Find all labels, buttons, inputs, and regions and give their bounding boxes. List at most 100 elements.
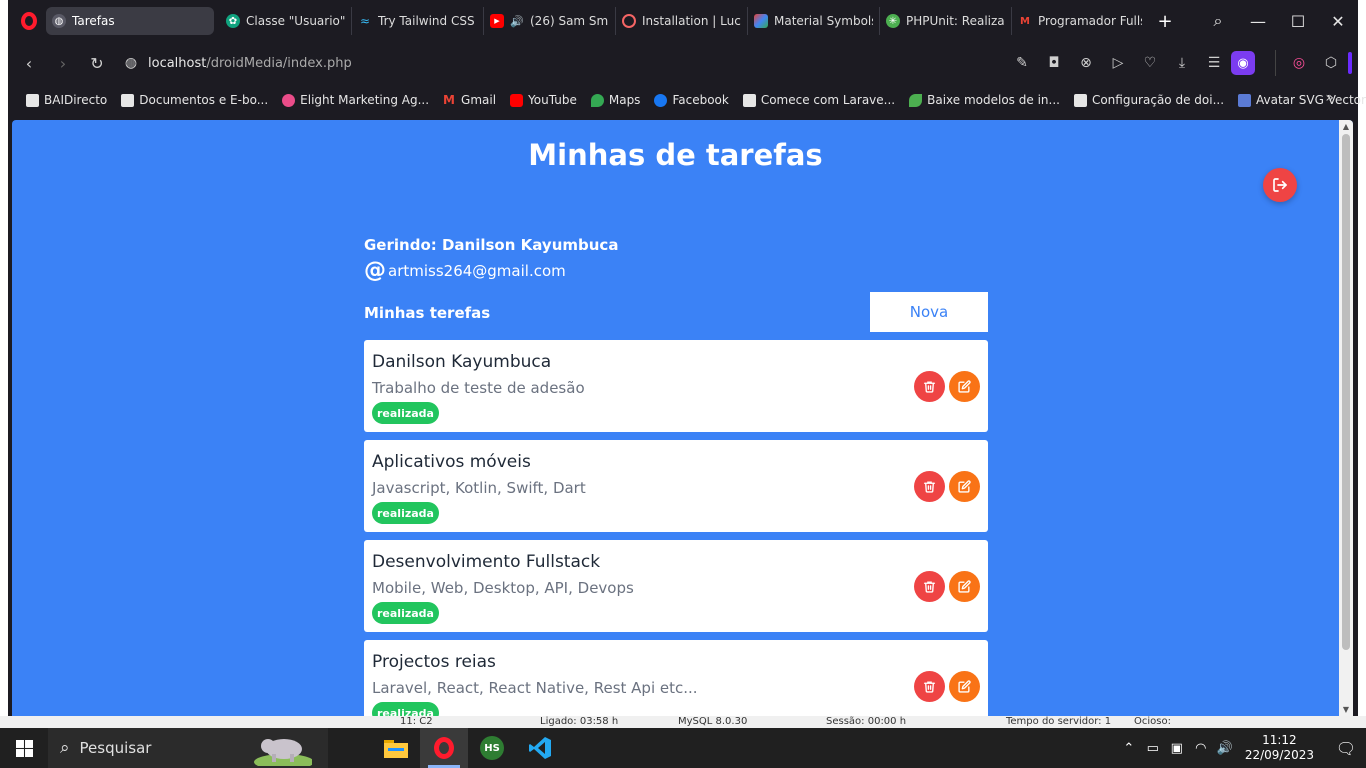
edit-task-button[interactable] (949, 671, 980, 702)
bookmark-modelos[interactable]: Baixe modelos de in... (909, 93, 1060, 107)
trash-icon (923, 481, 936, 493)
delete-task-button[interactable] (914, 571, 945, 602)
logout-button[interactable] (1263, 168, 1297, 202)
task-description: Laravel, React, React Native, Rest Api e… (372, 679, 698, 697)
delete-task-button[interactable] (914, 471, 945, 502)
tab-tarefas[interactable]: ◍ Tarefas (46, 7, 214, 35)
forward-button[interactable]: › (46, 54, 80, 73)
task-title: Danilson Kayumbuca (372, 352, 552, 372)
edit-page-icon[interactable]: ✎ (1007, 55, 1037, 71)
url-field[interactable]: localhost/droidMedia/index.php (148, 56, 352, 71)
page-scrollbar[interactable]: ▲ ▼ (1339, 120, 1353, 716)
tab-search-icon[interactable]: ⌕ (1198, 11, 1238, 31)
tab-classe-usuario[interactable]: ✿ Classe "Usuario" co (220, 7, 352, 35)
window-controls: ⌕ — ☐ ✕ (1198, 0, 1358, 42)
avatar-svg-icon (1238, 93, 1252, 107)
status-badge: realizada (372, 702, 439, 716)
task-description: Mobile, Web, Desktop, API, Devops (372, 579, 634, 597)
bookmark-baidirecto[interactable]: BAIDirecto (26, 93, 107, 107)
tab-programador-fullstack[interactable]: M Programador Fullst (1012, 7, 1148, 35)
bookmark-elight[interactable]: Elight Marketing Ag... (282, 93, 429, 107)
delete-task-button[interactable] (914, 671, 945, 702)
bookmarks-bar: BAIDirecto Documentos e E-bo... Elight M… (8, 84, 1366, 116)
delete-task-button[interactable] (914, 371, 945, 402)
material-icon (754, 14, 768, 28)
address-bar: ‹ › ↻ ◍ localhost/droidMedia/index.php ✎… (8, 42, 1358, 84)
speaker-icon[interactable]: 🔊 (510, 14, 524, 28)
sidebar-toggle[interactable] (1348, 52, 1352, 74)
heidisql-app[interactable]: HS (468, 728, 516, 768)
section-title: Minhas terefas (364, 304, 491, 322)
profile-icon[interactable]: ◉ (1231, 51, 1255, 75)
dribbble-icon (282, 93, 296, 107)
opera-icon (434, 737, 454, 759)
new-tab-button[interactable]: + (1154, 10, 1176, 32)
task-list: Danilson Kayumbuca Trabalho de teste de … (364, 340, 988, 716)
chatgpt-icon: ✿ (226, 14, 240, 28)
bookmark-documentos[interactable]: Documentos e E-bo... (121, 93, 268, 107)
task-description: Javascript, Kotlin, Swift, Dart (372, 479, 586, 497)
reload-button[interactable]: ↻ (80, 54, 114, 73)
start-button[interactable] (0, 728, 48, 768)
maximize-button[interactable]: ☐ (1278, 12, 1318, 31)
search-icon: ⌕ (60, 738, 70, 758)
tab-tailwind[interactable]: ≈ Try Tailwind CSS us (352, 7, 484, 35)
edit-icon (958, 680, 971, 693)
task-card: Danilson Kayumbuca Trabalho de teste de … (364, 340, 988, 432)
scroll-up-icon[interactable]: ▲ (1341, 122, 1351, 131)
tab-phpunit[interactable]: ✳ PHPUnit: Realizand (880, 7, 1012, 35)
tab-youtube-sam-smith[interactable]: ▶ 🔊 (26) Sam Smith (484, 7, 616, 35)
heart-icon[interactable]: ♡ (1135, 55, 1165, 71)
new-task-button[interactable]: Nova (870, 292, 988, 332)
page-icon (26, 93, 39, 107)
bookmark-facebook[interactable]: Facebook (654, 93, 729, 107)
bookmark-youtube[interactable]: YouTube (510, 93, 577, 107)
taskbar-search[interactable]: ⌕ Pesquisar (48, 728, 328, 768)
opera-app[interactable] (420, 728, 468, 768)
opera-menu-icon[interactable] (16, 8, 42, 34)
bookmark-maps[interactable]: Maps (590, 93, 640, 107)
vscode-app[interactable] (516, 728, 564, 768)
bookmark-avatar-svg[interactable]: Avatar SVG Vectors... (1238, 93, 1366, 107)
bookmarks-more-icon[interactable]: » (1325, 90, 1334, 106)
bookmark-gmail[interactable]: M Gmail (443, 93, 496, 107)
chevron-up-icon[interactable]: ⌃ (1117, 741, 1141, 756)
minimize-button[interactable]: — (1238, 12, 1278, 31)
youtube-icon (510, 93, 524, 107)
clock[interactable]: 11:12 22/09/2023 (1245, 733, 1314, 763)
edit-task-button[interactable] (949, 371, 980, 402)
volume-icon[interactable]: 🔊 (1213, 741, 1237, 756)
trash-icon (923, 681, 936, 693)
tab-lucide[interactable]: Installation | Lucide (616, 7, 748, 35)
status-badge: realizada (372, 502, 439, 524)
system-tray: ⌃ ▭ ▣ ◠ 🔊 11:12 22/09/2023 🗨 (1117, 728, 1366, 768)
notifications-icon[interactable]: 🗨 (1326, 739, 1366, 758)
battery-icon[interactable]: ▭ (1141, 741, 1165, 756)
windows-icon (15, 739, 33, 757)
easy-setup-icon[interactable]: ☰ (1199, 55, 1229, 71)
download-icon[interactable]: ⤓ (1167, 55, 1197, 71)
vscode-icon (529, 737, 551, 759)
edit-task-button[interactable] (949, 471, 980, 502)
trash-icon (923, 581, 936, 593)
close-button[interactable]: ✕ (1318, 12, 1358, 31)
camera-icon[interactable]: ◘ (1039, 55, 1069, 71)
clock-time: 11:12 (1262, 733, 1297, 747)
scrollbar-thumb[interactable] (1342, 134, 1350, 650)
aria-icon[interactable]: ◎ (1284, 55, 1314, 71)
site-info-icon[interactable]: ◍ (114, 55, 148, 71)
scroll-down-icon[interactable]: ▼ (1341, 705, 1351, 714)
search-highlight-illustration (254, 739, 312, 766)
edit-task-button[interactable] (949, 571, 980, 602)
send-icon[interactable]: ▷ (1103, 55, 1133, 71)
extensions-icon[interactable]: ⬡ (1316, 55, 1346, 71)
file-explorer-app[interactable] (372, 728, 420, 768)
tab-bar: ◍ Tarefas ✿ Classe "Usuario" co ≈ Try Ta… (8, 0, 1358, 42)
bookmark-configuracao[interactable]: Configuração de doi... (1073, 93, 1224, 107)
meet-now-icon[interactable]: ▣ (1165, 741, 1189, 756)
adblock-icon[interactable]: ⊗ (1071, 55, 1101, 71)
wifi-icon[interactable]: ◠ (1189, 741, 1213, 756)
bookmark-laravel[interactable]: Comece com Larave... (742, 93, 895, 107)
tab-material-symbols[interactable]: Material Symbols a (748, 7, 880, 35)
back-button[interactable]: ‹ (12, 54, 46, 73)
